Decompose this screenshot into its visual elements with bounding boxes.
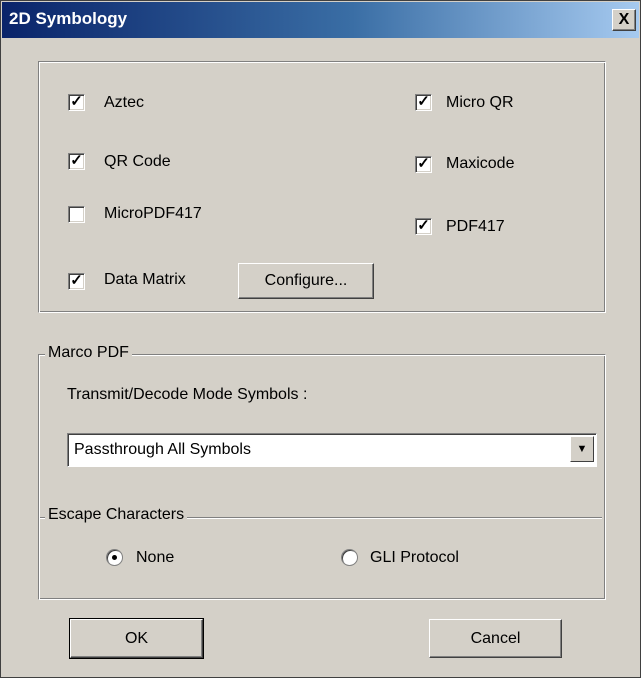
qr-code-label[interactable]: QR Code [104,153,171,171]
check-mark-icon: ✓ [70,272,83,289]
pdf417-label[interactable]: PDF417 [446,218,505,236]
check-mark-icon: ✓ [70,152,83,169]
window-title: 2D Symbology [9,9,128,28]
transmit-mode-value: Passthrough All Symbols [74,441,251,458]
transmit-mode-label: Transmit/Decode Mode Symbols : [67,386,308,403]
escape-characters-label: Escape Characters [45,506,188,524]
gli-protocol-radio[interactable] [341,549,358,566]
chevron-down-icon[interactable]: ▼ [570,436,594,462]
micropdf417-label[interactable]: MicroPDF417 [104,205,202,223]
macro-pdf-group-label: Marco PDF [45,344,132,362]
micropdf417-checkbox[interactable] [68,206,85,223]
check-mark-icon: ✓ [70,93,83,110]
close-button[interactable]: X [612,9,636,31]
gli-protocol-label[interactable]: GLI Protocol [370,549,459,567]
micro-qr-checkbox[interactable]: ✓ [415,93,432,111]
micro-qr-label[interactable]: Micro QR [446,94,514,112]
ok-button[interactable]: OK [69,618,204,659]
maxicode-label[interactable]: Maxicode [446,155,514,173]
data-matrix-label[interactable]: Data Matrix [104,271,186,289]
none-radio[interactable] [106,549,123,566]
check-mark-icon: ✓ [417,217,430,234]
check-mark-icon: ✓ [417,155,430,172]
maxicode-checkbox[interactable]: ✓ [415,155,432,173]
none-label[interactable]: None [136,549,174,567]
cancel-button[interactable]: Cancel [429,619,562,658]
pdf417-checkbox[interactable]: ✓ [415,217,432,235]
transmit-mode-dropdown[interactable]: Passthrough All Symbols ▼ [67,433,597,467]
aztec-checkbox[interactable]: ✓ [68,93,85,111]
check-mark-icon: ✓ [417,93,430,110]
symbology-dialog: 2D Symbology X ✓ Aztec ✓ QR Code MicroPD… [0,0,641,678]
title-bar[interactable]: 2D Symbology X [2,2,639,38]
radio-dot-icon [112,555,117,560]
aztec-label[interactable]: Aztec [104,94,144,112]
qr-code-checkbox[interactable]: ✓ [68,152,85,170]
data-matrix-checkbox[interactable]: ✓ [68,272,85,290]
configure-button[interactable]: Configure... [238,263,374,299]
